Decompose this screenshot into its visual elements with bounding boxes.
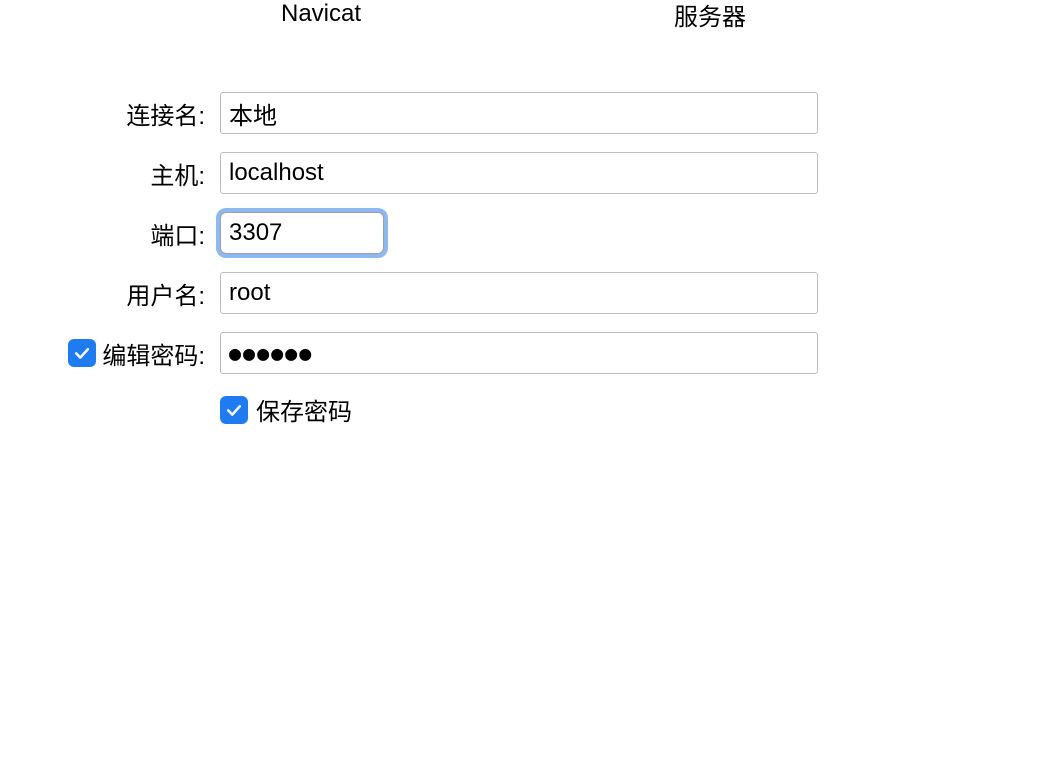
username-input[interactable] — [220, 272, 818, 314]
tab-server[interactable]: 服务器 — [674, 0, 746, 32]
edit-password-label-group: 编辑密码: — [0, 336, 205, 371]
port-row: 端口: — [0, 212, 818, 254]
username-row: 用户名: — [0, 272, 818, 314]
password-input[interactable]: ●●●●●● — [220, 332, 818, 374]
edit-password-label: 编辑密码: — [102, 336, 205, 371]
host-label: 主机: — [0, 156, 205, 191]
save-password-checkbox[interactable] — [220, 396, 248, 424]
connection-name-row: 连接名: — [0, 92, 818, 134]
save-password-row: 保存密码 — [220, 392, 818, 427]
host-row: 主机: — [0, 152, 818, 194]
username-label: 用户名: — [0, 276, 205, 311]
connection-form: 连接名: 主机: 端口: 用户名: 编辑密码: ●●●●●● 保存 — [0, 92, 818, 427]
edit-password-checkbox[interactable] — [68, 339, 96, 367]
tab-navicat[interactable]: Navicat — [281, 0, 361, 28]
save-password-label: 保存密码 — [256, 392, 352, 427]
connection-name-input[interactable] — [220, 92, 818, 134]
check-icon — [224, 400, 244, 420]
tab-bar: Navicat 服务器 — [0, 0, 1056, 28]
host-input[interactable] — [220, 152, 818, 194]
edit-password-row: 编辑密码: ●●●●●● — [0, 332, 818, 374]
connection-name-label: 连接名: — [0, 96, 205, 131]
port-label: 端口: — [0, 216, 205, 251]
check-icon — [72, 343, 92, 363]
port-input[interactable] — [220, 212, 384, 254]
